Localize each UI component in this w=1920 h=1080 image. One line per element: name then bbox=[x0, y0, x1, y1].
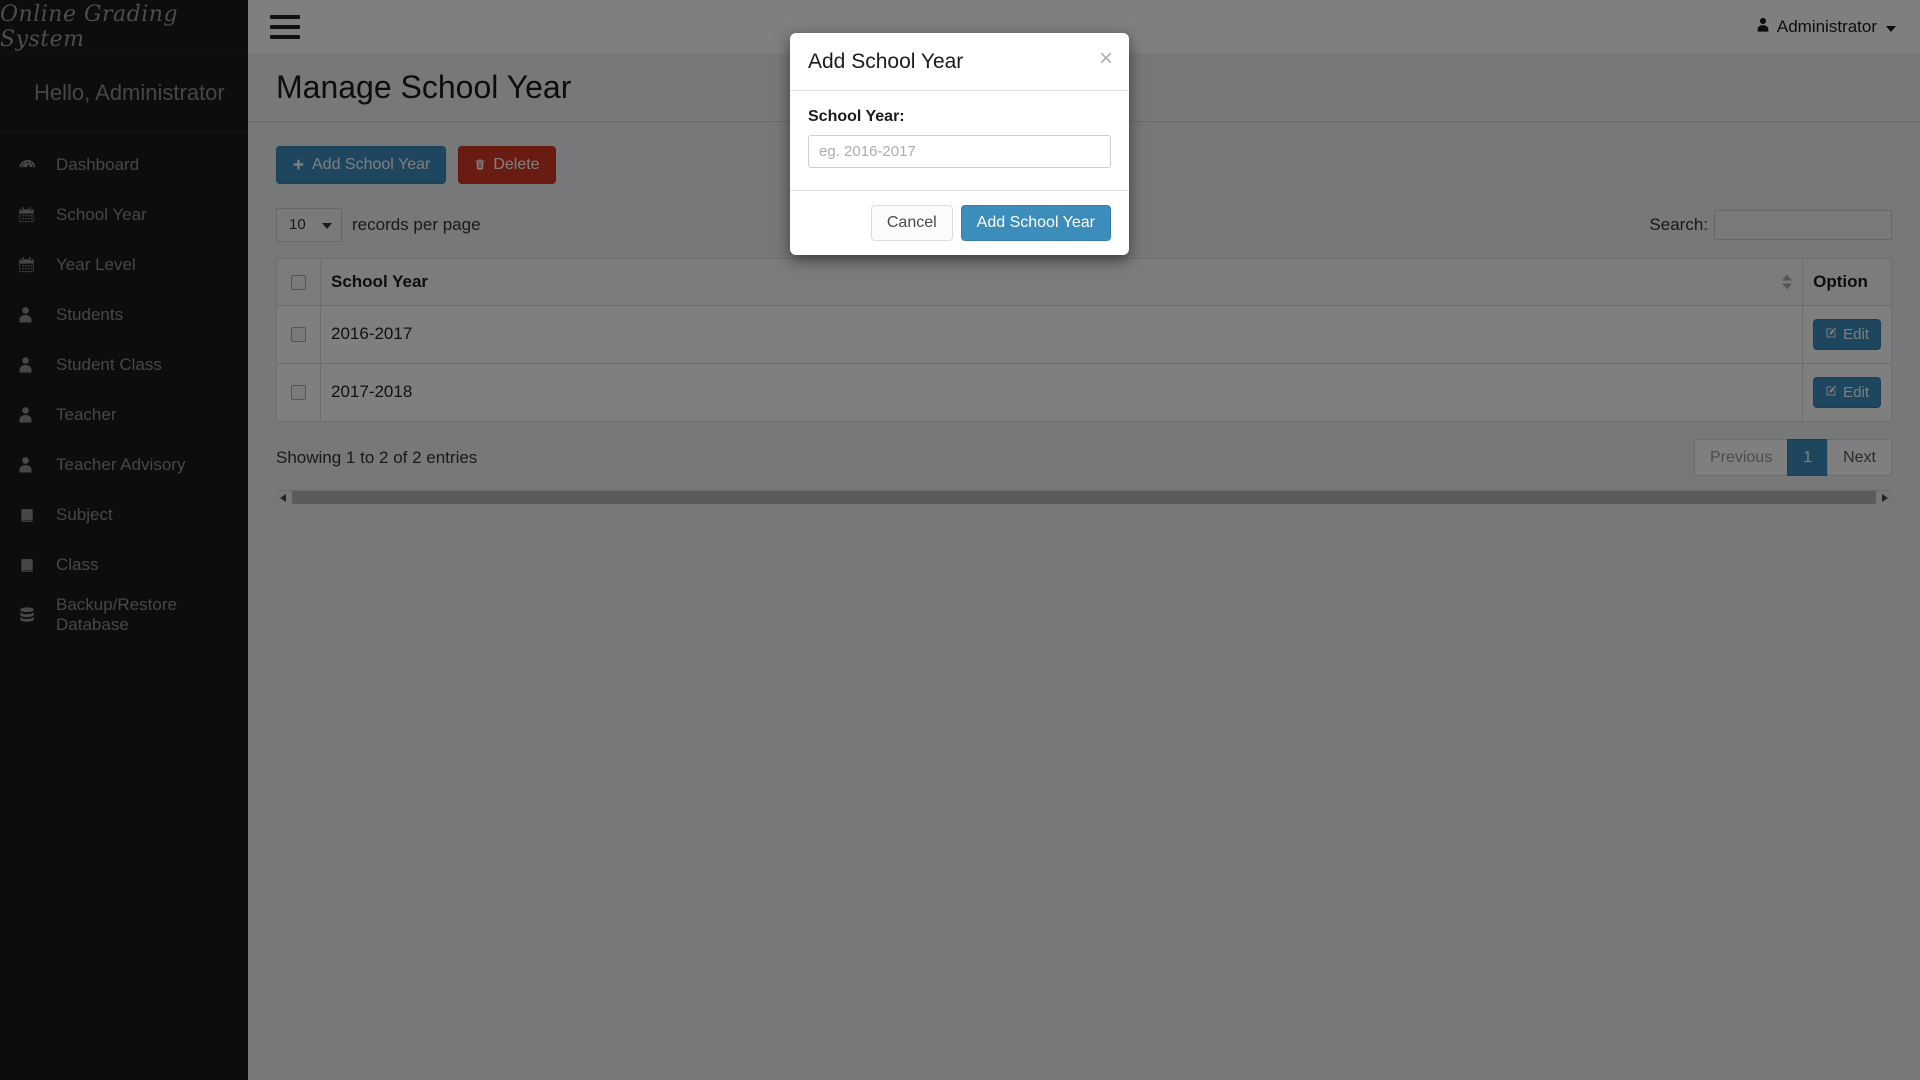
modal-body: School Year: bbox=[790, 91, 1129, 190]
cancel-button[interactable]: Cancel bbox=[870, 205, 953, 241]
add-school-year-modal: Add School Year × School Year: Cancel Ad… bbox=[790, 33, 1129, 255]
school-year-input[interactable] bbox=[808, 135, 1111, 168]
school-year-field-label: School Year: bbox=[808, 108, 905, 125]
confirm-add-school-year-button[interactable]: Add School Year bbox=[960, 205, 1111, 241]
close-icon[interactable]: × bbox=[1099, 47, 1113, 71]
modal-header: Add School Year × bbox=[790, 33, 1129, 91]
modal-footer: Cancel Add School Year bbox=[790, 190, 1129, 255]
modal-title: Add School Year bbox=[808, 50, 964, 73]
